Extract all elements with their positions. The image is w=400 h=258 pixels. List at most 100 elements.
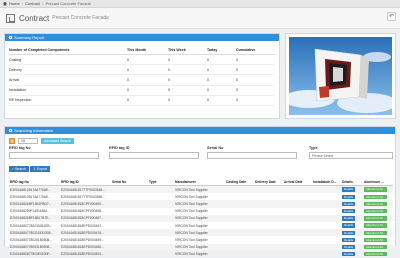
table-cell: VIRCON Tool Supplier bbox=[174, 200, 225, 208]
summary-count: 0 bbox=[168, 54, 207, 66]
page-size-select[interactable]: 10 bbox=[18, 138, 38, 144]
table-row[interactable]: E200416812817A6770AE... E20041681817TTF00… bbox=[9, 185, 393, 194]
table-cell bbox=[283, 243, 312, 251]
aluminum-button[interactable]: Aluminum M... bbox=[364, 252, 388, 257]
aluminum-button[interactable]: Aluminum M... bbox=[364, 223, 388, 228]
table-cell bbox=[283, 251, 312, 258]
table-row[interactable]: E200416826BF1851FBD7... E20041681818CPF00… bbox=[9, 200, 393, 208]
table-cell bbox=[283, 222, 312, 229]
aluminum-button[interactable]: Aluminum M... bbox=[364, 201, 388, 207]
table-row[interactable]: E200416812817A6770AE... E20041681817TTF00… bbox=[9, 193, 393, 200]
table-cell: E20041681818CPF000487... bbox=[60, 214, 111, 222]
table-cell bbox=[312, 229, 341, 237]
table-row[interactable]: E200416807780030451EB... E20041681818EPD0… bbox=[9, 222, 393, 229]
table-cell bbox=[225, 208, 254, 215]
grid-column-header[interactable]: RFID tag ID bbox=[60, 178, 111, 186]
details-button[interactable]: Details bbox=[342, 194, 356, 199]
table-cell bbox=[254, 222, 283, 229]
aluminum-cell: Aluminum M... bbox=[363, 243, 393, 251]
table-cell bbox=[111, 214, 148, 222]
grid-column-header[interactable]: Delivery Date bbox=[254, 178, 283, 186]
aluminum-button[interactable]: Aluminum M... bbox=[364, 187, 388, 192]
serial-no-input[interactable] bbox=[207, 152, 297, 159]
grid-column-header[interactable]: Aluminum ... bbox=[363, 178, 393, 186]
table-row[interactable]: E200416807780311530308... E20041681818EPD… bbox=[9, 229, 393, 237]
export-button[interactable]: ⇩ Export bbox=[30, 166, 51, 172]
table-cell bbox=[111, 185, 148, 194]
table-cell bbox=[283, 200, 312, 208]
table-cell bbox=[148, 222, 174, 229]
details-button[interactable]: Details bbox=[342, 201, 356, 207]
table-cell: E20041681818EPD000491... bbox=[61, 252, 104, 257]
grid-column-header[interactable]: Type bbox=[148, 178, 174, 186]
summary-row: RE Inspection 0 0 0 0 bbox=[9, 95, 275, 106]
advanced-search-button[interactable]: Advanced Search bbox=[41, 138, 74, 144]
table-cell: E200416807780031B0508... bbox=[9, 243, 60, 251]
table-cell: E20041681817TTF0003546... bbox=[60, 185, 111, 194]
table-cell bbox=[225, 214, 254, 222]
table-row[interactable]: E2004168280F1451186A... E20041681818CPF00… bbox=[9, 208, 393, 215]
grid-column-header[interactable]: Manufacturer bbox=[174, 178, 225, 186]
table-cell: VIRCON Tool Supplier bbox=[175, 252, 208, 257]
details-button[interactable]: Details bbox=[342, 252, 356, 257]
breadcrumb-home[interactable]: Home bbox=[9, 1, 20, 6]
type-label: Type bbox=[309, 146, 318, 150]
details-button[interactable]: Details bbox=[342, 187, 356, 192]
summary-stage: Installation bbox=[9, 85, 127, 96]
table-cell bbox=[111, 251, 148, 258]
table-row[interactable]: E200416807780281B0808... E20041681818EPD0… bbox=[9, 236, 393, 243]
table-cell bbox=[111, 229, 148, 237]
table-cell: E20041681818EPD000480... bbox=[60, 243, 111, 251]
aluminum-button[interactable]: Aluminum M... bbox=[364, 237, 388, 243]
grid-column-header[interactable]: Installation D... bbox=[312, 178, 341, 186]
grid-column-header[interactable]: Casting Date bbox=[225, 178, 254, 186]
details-button[interactable]: Details bbox=[342, 230, 356, 235]
grid-column-header[interactable]: Details bbox=[341, 178, 363, 186]
home-icon[interactable] bbox=[3, 1, 7, 6]
summary-row: Casting 0 0 0 0 bbox=[9, 54, 275, 66]
table-cell: VIRCON Tool Supplier bbox=[174, 229, 225, 237]
type-select[interactable]: Please Select bbox=[309, 152, 393, 159]
summary-report-panel: Summary Report Number of Completed Compo… bbox=[4, 33, 280, 119]
grid-column-header[interactable]: Serial No bbox=[111, 178, 148, 186]
grid-column-header[interactable]: RFID tag No bbox=[9, 178, 60, 186]
breadcrumb-contract[interactable]: Contract bbox=[25, 1, 40, 6]
details-cell: Details bbox=[341, 229, 363, 237]
summary-row: Delivery 0 0 0 0 bbox=[9, 64, 275, 76]
table-cell: E20041681818CPF000498... bbox=[61, 209, 104, 214]
table-cell: E200416807780311530308... bbox=[9, 229, 60, 237]
aluminum-cell: Aluminum M... bbox=[363, 208, 393, 215]
table-cell bbox=[254, 236, 283, 243]
table-cell bbox=[283, 185, 312, 194]
table-row[interactable]: E200416807780031B0508... E20041681818EPD0… bbox=[9, 243, 393, 251]
rfid-tag-no-input[interactable] bbox=[9, 152, 99, 159]
col-this-month: This Month bbox=[127, 46, 168, 55]
table-cell bbox=[312, 214, 341, 222]
details-button[interactable]: Details bbox=[342, 237, 356, 243]
col-components: Number of Completed Components bbox=[9, 46, 127, 55]
search-button[interactable]: ⌕ Search bbox=[9, 166, 30, 172]
table-cell: VIRCON Tool Supplier bbox=[174, 243, 225, 251]
aluminum-button[interactable]: Aluminum M... bbox=[364, 194, 388, 199]
details-button[interactable]: Details bbox=[342, 216, 356, 221]
aluminum-button[interactable]: Aluminum M... bbox=[364, 216, 388, 221]
table-cell: E20041680877803E0030F... bbox=[10, 252, 52, 257]
details-cell: Details bbox=[341, 193, 363, 200]
table-row[interactable]: E20041680877803E0030F... E20041681818EPD0… bbox=[9, 251, 393, 258]
grid-column-header[interactable]: Arrival Date bbox=[283, 178, 312, 186]
grid-icon[interactable]: ☰ bbox=[9, 138, 15, 144]
undo-icon[interactable]: ↶ bbox=[387, 12, 396, 21]
aluminum-button[interactable]: Aluminum M... bbox=[364, 208, 388, 214]
aluminum-button[interactable]: Aluminum M... bbox=[364, 230, 388, 235]
search-button-label: Search bbox=[14, 167, 27, 171]
rfid-tag-id-input[interactable] bbox=[109, 152, 199, 159]
table-cell bbox=[111, 200, 148, 208]
details-button[interactable]: Details bbox=[342, 223, 356, 228]
serial-no-label: Serial No bbox=[207, 146, 224, 150]
search-panel-header: Searching Information bbox=[5, 127, 395, 134]
table-cell bbox=[312, 243, 341, 251]
table-cell: VIRCON Tool Supplier bbox=[175, 237, 208, 242]
details-button[interactable]: Details bbox=[342, 208, 356, 214]
table-row[interactable]: E200416826BF18817B7E... E20041681818CPF00… bbox=[9, 214, 393, 222]
summary-count: 0 bbox=[236, 64, 275, 76]
